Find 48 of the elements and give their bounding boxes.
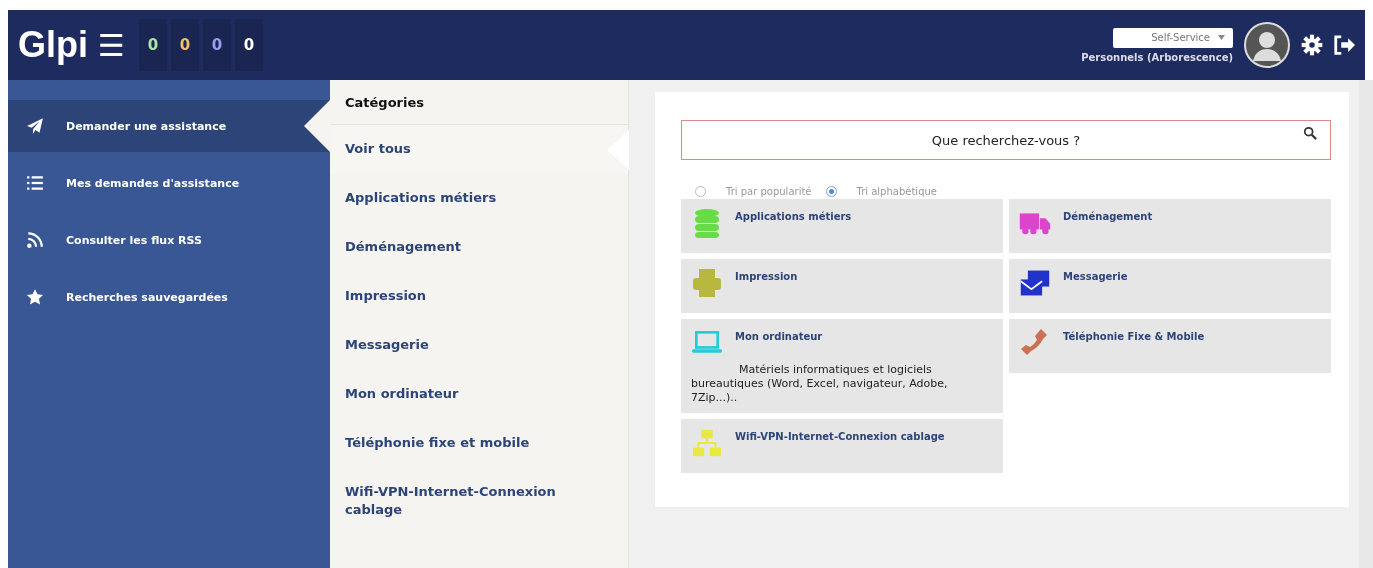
tile-title: Téléphonie Fixe & Mobile: [1063, 331, 1205, 342]
avatar-icon[interactable]: [1243, 21, 1291, 69]
settings-icon[interactable]: [1301, 34, 1323, 56]
counter[interactable]: 0: [138, 19, 167, 71]
list-icon: [26, 174, 44, 192]
caret-icon: [1218, 35, 1225, 40]
tile-title: Impression: [735, 271, 798, 282]
search-icon[interactable]: [1303, 126, 1317, 140]
counter[interactable]: 0: [202, 19, 231, 71]
category-tile[interactable]: Wifi-VPN-Internet-Connexion cablage: [681, 419, 1003, 473]
category-tile[interactable]: Téléphonie Fixe & Mobile: [1009, 319, 1331, 373]
tile-title: Mon ordinateur: [735, 331, 823, 342]
sidebar-item[interactable]: Mes demandes d'assistance: [8, 157, 330, 209]
scrollbar[interactable]: [1359, 80, 1373, 568]
rss-icon: [26, 231, 44, 249]
entity-label[interactable]: Personnels (Arborescence): [1081, 51, 1233, 63]
search-field[interactable]: Que recherchez-vous ?: [681, 120, 1331, 160]
network-icon: [691, 427, 723, 459]
star-icon: [26, 288, 44, 306]
category-item[interactable]: Messagerie: [330, 321, 628, 370]
profile-dropdown[interactable]: Self-Service: [1113, 27, 1233, 48]
category-tile[interactable]: Mon ordinateur Matériels informatiques et logiciels bureautiques (Word, Excel, navigateur, Adobe, 7Zip...)..: [681, 319, 1003, 413]
menu-icon[interactable]: ☰: [98, 27, 125, 63]
category-item[interactable]: Applications métiers: [330, 174, 628, 223]
tile-title: Wifi-VPN-Internet-Connexion cablage: [735, 431, 945, 442]
category-tile[interactable]: Déménagement: [1009, 199, 1331, 253]
category-tile[interactable]: Messagerie: [1009, 259, 1331, 313]
paper-plane-icon: [26, 117, 44, 135]
counter[interactable]: 0: [234, 19, 263, 71]
logo[interactable]: Glpi: [18, 24, 88, 66]
tile-description: Matériels informatiques et logiciels bureautiques (Word, Excel, navigateur, Adobe, 7Zip...)..: [691, 363, 949, 405]
sidebar-item[interactable]: Consulter les flux RSS: [8, 214, 330, 266]
logout-icon[interactable]: [1333, 34, 1355, 56]
category-item[interactable]: Téléphonie fixe et mobile: [330, 419, 628, 468]
category-tile[interactable]: Applications métiers: [681, 199, 1003, 253]
pointer-arrow-icon: [607, 130, 629, 170]
category-item[interactable]: Wifi-VPN-Internet-Connexion cablage: [330, 468, 628, 534]
category-item[interactable]: Déménagement: [330, 223, 628, 272]
tile-title: Messagerie: [1063, 271, 1128, 282]
sidebar-item[interactable]: Recherches sauvegardées: [8, 271, 330, 323]
tile-title: Déménagement: [1063, 211, 1153, 222]
tile-title: Applications métiers: [735, 211, 852, 222]
sidebar-item[interactable]: Demander une assistance: [8, 100, 330, 152]
category-item[interactable]: Impression: [330, 272, 628, 321]
counter[interactable]: 0: [170, 19, 199, 71]
category-item[interactable]: Mon ordinateur: [330, 370, 628, 419]
printer-icon: [691, 267, 723, 299]
category-tile[interactable]: Impression: [681, 259, 1003, 313]
